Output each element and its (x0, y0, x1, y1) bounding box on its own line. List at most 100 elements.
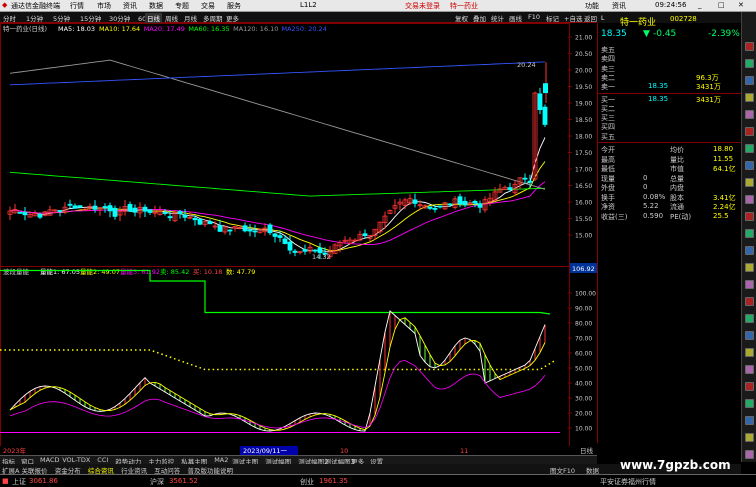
adjust-button[interactable]: 复权 (455, 13, 468, 23)
indicator-tab[interactable]: MACD (40, 456, 59, 464)
menu-item-data[interactable]: 数据 (149, 1, 163, 11)
grid-icon[interactable] (745, 161, 754, 170)
candle-body (217, 225, 223, 232)
period-intraday[interactable]: 分时 (3, 13, 16, 23)
home-icon[interactable] (745, 42, 754, 51)
candle-body (292, 250, 298, 253)
ind-tick-label: 40.00 (575, 381, 592, 388)
folder-icon[interactable] (745, 399, 754, 408)
candle-body (22, 212, 28, 216)
share-icon[interactable] (745, 297, 754, 306)
menu-item-news[interactable]: 资讯 (123, 1, 137, 11)
stat-label: PE(动) (670, 212, 692, 221)
ask-label: 卖一 (601, 83, 615, 92)
candle-body (432, 208, 438, 210)
stock-short-name: 特一药业 (450, 2, 478, 10)
lock-icon[interactable] (745, 263, 754, 272)
period-5min[interactable]: 5分钟 (53, 13, 70, 23)
phone-icon[interactable] (745, 433, 754, 442)
list-icon[interactable] (745, 76, 754, 85)
mark-button[interactable]: 标记 (546, 13, 559, 23)
candle-body (162, 212, 168, 214)
app-title: 通达信金融终端 (11, 2, 60, 10)
settings-icon[interactable] (745, 195, 754, 204)
link-icon[interactable] (745, 382, 754, 391)
period-weekly[interactable]: 周线 (165, 13, 178, 23)
x-axis-bar (0, 446, 597, 455)
maximize-icon[interactable]: □ (718, 1, 725, 9)
tool-icon[interactable] (745, 144, 754, 153)
back-button[interactable]: 返回 (584, 13, 597, 23)
print-icon[interactable] (745, 314, 754, 323)
menu-item-market[interactable]: 市场 (97, 1, 111, 11)
indicator-legend-4: 买: 10.18 (193, 268, 222, 276)
chart-area[interactable]: 21.00 20.50 20.00 19.50 19.00 18.50 18.00 17.50… (0, 23, 597, 455)
user-icon[interactable] (745, 229, 754, 238)
ind-tick-label: 30.00 (575, 396, 592, 403)
draw-button[interactable]: 画线 (509, 13, 522, 23)
quote-stock-name: 特一药业 (620, 18, 657, 28)
f10-button[interactable]: F10 (528, 13, 540, 21)
period-30min[interactable]: 30分钟 (109, 13, 130, 23)
refresh-icon[interactable] (745, 365, 754, 374)
overlay-button[interactable]: 叠加 (473, 13, 486, 23)
index-hs-label[interactable]: 沪深 (150, 477, 164, 487)
add-watchlist-button[interactable]: +自选 (564, 13, 582, 23)
period-monthly[interactable]: 月线 (184, 13, 197, 23)
menu-item-trade[interactable]: 交易 (201, 1, 215, 11)
trade-login-alert[interactable]: 交易未登录 (405, 1, 440, 11)
menu-item-function[interactable]: 功能 (585, 1, 599, 11)
indicator-tab[interactable]: CCI (97, 456, 108, 464)
star-icon[interactable] (745, 127, 754, 136)
mail-icon[interactable] (745, 416, 754, 425)
stat-value: 0.590 (643, 211, 664, 220)
period-multi[interactable]: 多周期 (203, 13, 223, 23)
period-daily[interactable]: 日线 (145, 13, 162, 23)
candle-body (92, 205, 98, 210)
menu-item-topics[interactable]: 专题 (175, 1, 189, 11)
menu-item-quotes[interactable]: 行情 (70, 1, 84, 11)
search-icon[interactable] (745, 246, 754, 255)
candle-body (507, 187, 513, 191)
watermark: www.7gpzb.com (620, 458, 731, 472)
minimize-icon[interactable]: _ (698, 1, 702, 9)
candle-body (252, 230, 258, 233)
bell-icon[interactable] (745, 212, 754, 221)
help-icon[interactable] (745, 280, 754, 289)
index-sh-label[interactable]: 上证 (12, 477, 26, 487)
price-change: -0.45 (653, 29, 677, 39)
bid-row[interactable]: 买五 (598, 132, 742, 142)
stat-label: 量比 (670, 155, 684, 164)
candle-body (537, 93, 543, 110)
y-tick-label: 16.00 (575, 200, 592, 207)
high-price-label: 20.24 (517, 61, 536, 69)
quote-server-name: 平安证券福州行情 (600, 478, 656, 486)
candle-body (272, 233, 278, 237)
menu-item-service[interactable]: 服务 (227, 1, 241, 11)
calendar-icon[interactable] (745, 110, 754, 119)
more-icon[interactable] (745, 450, 754, 459)
stats-button[interactable]: 统计 (491, 13, 504, 23)
candle-body (57, 210, 63, 212)
period-more[interactable]: 更多 (226, 13, 239, 23)
ask-row[interactable]: 卖一 18.35 3431万 (598, 82, 742, 92)
chart-icon[interactable] (745, 59, 754, 68)
index-cy-label[interactable]: 创业 (300, 477, 314, 487)
main-legend-name: 特一药业(日线) (3, 24, 47, 33)
indicator-tab[interactable]: MA2 (214, 456, 228, 464)
layout-icon[interactable] (745, 331, 754, 340)
stat-value: 0 (643, 173, 648, 182)
menu-item-info[interactable]: 资讯 (612, 1, 626, 11)
news-icon[interactable] (745, 93, 754, 102)
period-1min[interactable]: 1分钟 (26, 13, 43, 23)
candle-body (447, 203, 453, 206)
close-icon[interactable]: ✕ (738, 1, 744, 9)
filter-icon[interactable] (745, 348, 754, 357)
indicator-tab[interactable]: VOL-TDX (62, 456, 90, 464)
period-15min[interactable]: 15分钟 (80, 13, 101, 23)
y-tick-label: 20.50 (575, 51, 592, 58)
ind-tick-label: 80.00 (575, 321, 592, 328)
orderbook-divider (598, 92, 742, 94)
candle-body (67, 203, 73, 206)
info-icon[interactable] (745, 178, 754, 187)
